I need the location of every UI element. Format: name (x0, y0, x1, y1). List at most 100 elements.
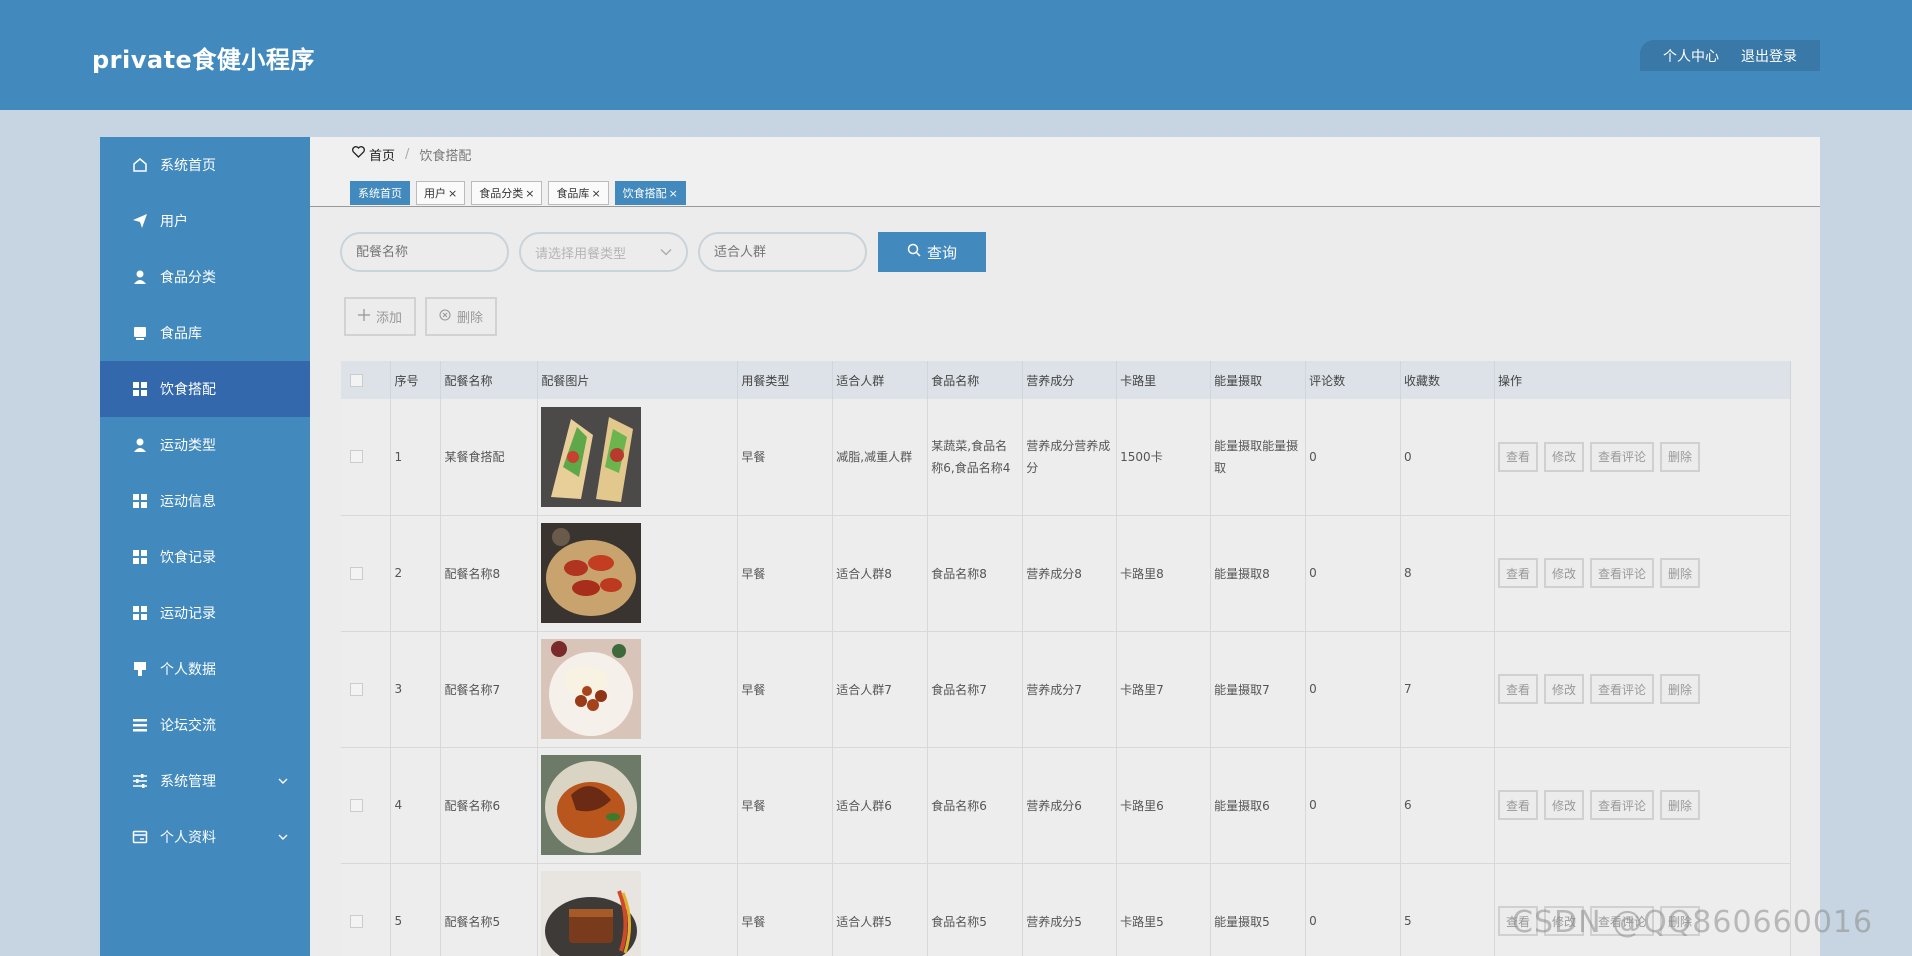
meal-image-pork-belly (541, 871, 642, 956)
sidebar-item-label: 运动类型 (160, 438, 216, 454)
cell-crowd: 减脂,减重人群 (832, 399, 929, 516)
row-select-cell (341, 515, 392, 632)
cell-favorites: 6 (1400, 747, 1495, 864)
delete-row-button[interactable]: 删除 (1660, 558, 1701, 588)
meal-type-select[interactable]: 请选择用餐类型 (519, 232, 688, 272)
row-checkbox[interactable] (350, 914, 363, 928)
view-button[interactable]: 查看 (1497, 558, 1538, 588)
card-icon (132, 829, 148, 845)
tab-user[interactable]: 用户 × (416, 181, 466, 205)
close-icon[interactable]: × (669, 187, 678, 200)
main-content: 首页 / 饮食搭配 系统首页 用户× 食品分类× 食品库× 饮食搭配× 请选择用… (310, 137, 1820, 956)
close-icon[interactable]: × (591, 187, 600, 200)
cell-ops: 查看 修改 查看评论 删除 (1494, 399, 1792, 516)
sidebar-item-label: 个人资料 (160, 830, 216, 846)
tab-system-home[interactable]: 系统首页 (350, 181, 410, 205)
person-icon (132, 269, 148, 285)
sidebar-item-forum[interactable]: 论坛交流 (100, 697, 310, 753)
row-select-cell (341, 747, 392, 864)
cell-image (537, 863, 739, 956)
delete-row-button[interactable]: 删除 (1660, 790, 1701, 820)
sidebar-item-label: 系统管理 (160, 774, 216, 790)
grid-icon (132, 493, 148, 509)
cell-energy: 能量摄取能量摄取 (1210, 399, 1307, 516)
cell-crowd: 适合人群8 (832, 515, 929, 632)
sidebar-item-personal-data[interactable]: 个人数据 (100, 641, 310, 697)
cell-calories: 1500卡 (1116, 399, 1212, 516)
edit-button[interactable]: 修改 (1544, 558, 1585, 588)
cell-favorites: 7 (1400, 631, 1495, 748)
delete-row-button[interactable]: 删除 (1660, 674, 1701, 704)
heart-icon (352, 146, 365, 162)
query-button[interactable]: 查询 (878, 232, 986, 272)
chevron-down-icon (278, 829, 288, 845)
delete-row-button[interactable]: 删除 (1660, 441, 1701, 472)
sidebar-item-diet-record[interactable]: 饮食记录 (100, 529, 310, 585)
tab-food-library[interactable]: 食品库 × (548, 181, 609, 205)
column-header: 用餐类型 (737, 361, 834, 399)
cell-crowd: 适合人群7 (832, 631, 929, 748)
edit-button[interactable]: 修改 (1544, 441, 1585, 472)
personal-center-link[interactable]: 个人中心 (1663, 46, 1719, 66)
sidebar-item-label: 食品分类 (160, 270, 216, 286)
row-checkbox[interactable] (350, 682, 363, 696)
view-comments-button[interactable]: 查看评论 (1590, 790, 1655, 820)
close-icon[interactable]: × (525, 187, 534, 200)
cell-food: 食品名称7 (927, 631, 1024, 748)
sidebar-item-food-library[interactable]: 食品库 (100, 305, 310, 361)
sidebar-item-user[interactable]: 用户 (100, 193, 310, 249)
diet-plan-table: 序号 配餐名称 配餐图片 用餐类型 适合人群 食品名称 营养成分 卡路里 能量摄… (341, 361, 1792, 956)
delete-label: 删除 (457, 311, 484, 326)
cell-calories: 卡路里8 (1116, 515, 1212, 632)
column-header: 适合人群 (832, 361, 929, 399)
person-icon (132, 437, 148, 453)
crowd-input[interactable] (698, 232, 867, 272)
cell-favorites: 0 (1400, 399, 1495, 516)
row-checkbox[interactable] (350, 450, 363, 464)
sidebar-item-profile[interactable]: 个人资料 (100, 809, 310, 865)
table-row: 2 配餐名称8 早餐 适合人群8 食品名称8 营养成分8 卡路里8 能量摄取8 … (341, 515, 1792, 632)
sidebar-item-home[interactable]: 系统首页 (100, 137, 310, 193)
cell-name: 配餐名称8 (440, 515, 539, 632)
view-comments-button[interactable]: 查看评论 (1590, 558, 1655, 588)
sidebar-item-exercise-info[interactable]: 运动信息 (100, 473, 310, 529)
tab-diet-plan[interactable]: 饮食搭配 × (614, 181, 686, 205)
cell-nutrition: 营养成分7 (1022, 631, 1118, 748)
tab-food-category[interactable]: 食品分类 × (471, 181, 543, 205)
breadcrumb: 首页 / 饮食搭配 (310, 137, 1820, 171)
sidebar-item-diet-plan[interactable]: 饮食搭配 (100, 361, 310, 417)
delete-button[interactable]: 删除 (425, 297, 498, 336)
sidebar-item-exercise-record[interactable]: 运动记录 (100, 585, 310, 641)
plus-icon (358, 308, 370, 325)
cell-comments: 0 (1305, 399, 1402, 516)
edit-button[interactable]: 修改 (1544, 790, 1585, 820)
breadcrumb-current: 饮食搭配 (419, 148, 472, 164)
view-button[interactable]: 查看 (1497, 790, 1538, 820)
grid-icon (132, 605, 148, 621)
cell-meal-type: 早餐 (737, 399, 834, 516)
meal-name-input[interactable] (340, 232, 509, 272)
edit-button[interactable]: 修改 (1544, 674, 1585, 704)
add-button[interactable]: 添加 (344, 297, 417, 336)
query-label: 查询 (926, 244, 957, 262)
sidebar: 系统首页 用户 食品分类 食品库 饮食搭配 运动类型 运动信息 饮食记录 运动记… (100, 137, 310, 956)
sidebar-item-system-management[interactable]: 系统管理 (100, 753, 310, 809)
select-all-checkbox[interactable] (350, 373, 363, 387)
close-icon[interactable]: × (448, 187, 457, 200)
breadcrumb-home[interactable]: 首页 (369, 145, 395, 164)
logout-link[interactable]: 退出登录 (1741, 46, 1797, 66)
sidebar-item-food-category[interactable]: 食品分类 (100, 249, 310, 305)
cell-meal-type: 早餐 (737, 515, 834, 632)
view-button[interactable]: 查看 (1497, 441, 1538, 472)
cell-comments: 0 (1305, 515, 1402, 632)
table-header-row: 序号 配餐名称 配餐图片 用餐类型 适合人群 食品名称 营养成分 卡路里 能量摄… (341, 361, 1792, 399)
column-header: 序号 (390, 361, 442, 399)
view-comments-button[interactable]: 查看评论 (1590, 674, 1655, 704)
table-row: 1 某餐食搭配 早餐 减脂,减重人群 某蔬菜,食品名称6,食品名称4 营养成分营… (341, 399, 1792, 516)
row-checkbox[interactable] (350, 566, 363, 580)
sidebar-item-exercise-type[interactable]: 运动类型 (100, 417, 310, 473)
column-header: 卡路里 (1116, 361, 1212, 399)
view-comments-button[interactable]: 查看评论 (1590, 441, 1655, 472)
view-button[interactable]: 查看 (1497, 674, 1538, 704)
row-checkbox[interactable] (350, 798, 363, 812)
